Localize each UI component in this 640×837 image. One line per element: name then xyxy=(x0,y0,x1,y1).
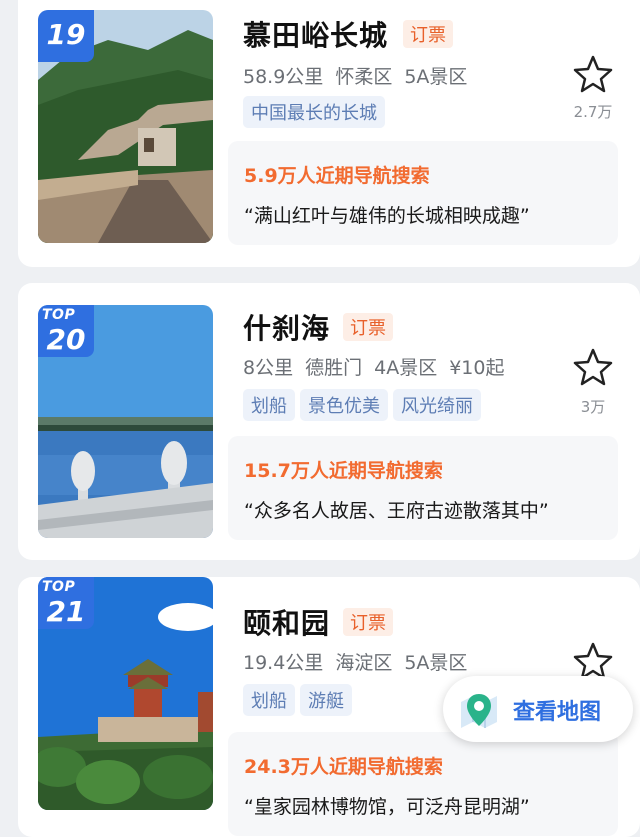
tag: 风光绮丽 xyxy=(393,389,481,421)
tag: 游艇 xyxy=(300,684,352,716)
star-icon[interactable] xyxy=(573,641,613,681)
favorite-count: 2.7万 xyxy=(573,103,613,121)
review-quote: “皇家园林博物馆，可泛舟昆明湖” xyxy=(244,796,530,818)
attraction-meta: 19.4公里 海淀区 5A景区 xyxy=(243,648,479,675)
review-quote: “满山红叶与雄伟的长城相映成趣” xyxy=(244,205,530,227)
attraction-name[interactable]: 颐和园 xyxy=(243,602,330,642)
rank-number: 19 xyxy=(46,18,86,51)
rank-badge: TOP 21 xyxy=(38,577,94,629)
tag: 景色优美 xyxy=(300,389,388,421)
attraction-name[interactable]: 慕田峪长城 xyxy=(243,14,388,54)
attraction-name[interactable]: 什刹海 xyxy=(243,307,330,347)
map-pin-icon xyxy=(461,694,497,728)
distance: 58.9公里 xyxy=(243,66,324,88)
district: 海淀区 xyxy=(335,652,393,674)
hot-search-text: 24.3万人近期导航搜索 xyxy=(244,756,443,778)
tag-list: 划船 景色优美 风光绮丽 xyxy=(243,389,486,421)
tag: 中国最长的长城 xyxy=(243,96,385,128)
rank-badge: TOP 20 xyxy=(38,305,94,357)
attraction-meta: 8公里 德胜门 4A景区 ¥10起 xyxy=(243,353,516,380)
rank-prefix: TOP xyxy=(42,579,76,595)
district: 怀柔区 xyxy=(335,66,393,88)
attraction-card[interactable]: 19 慕田峪长城 订票 58.9公里 怀柔区 5A景区 中国最长的长城 2.7万 5… xyxy=(18,0,640,267)
scenic-level: 5A景区 xyxy=(404,652,468,674)
rank-number: 20 xyxy=(46,323,86,356)
rank-badge: 19 xyxy=(38,10,94,62)
star-icon[interactable] xyxy=(573,347,613,387)
tag: 划船 xyxy=(243,389,295,421)
review-quote: “众多名人故居、王府古迹散落其中” xyxy=(244,500,549,522)
attraction-photo[interactable]: TOP 21 xyxy=(38,577,213,810)
distance: 19.4公里 xyxy=(243,652,324,674)
hot-search-text: 5.9万人近期导航搜索 xyxy=(244,165,430,187)
rank-number: 21 xyxy=(46,595,86,628)
ticket-button[interactable]: 订票 xyxy=(343,313,393,341)
tag: 划船 xyxy=(243,684,295,716)
hot-search-text: 15.7万人近期导航搜索 xyxy=(244,460,443,482)
hot-info-box: 5.9万人近期导航搜索 “满山红叶与雄伟的长城相映成趣” xyxy=(228,141,618,245)
district: 德胜门 xyxy=(305,357,363,379)
attraction-photo[interactable]: 19 xyxy=(38,10,213,243)
attraction-meta: 58.9公里 怀柔区 5A景区 xyxy=(243,62,479,89)
rank-prefix: TOP xyxy=(42,307,76,323)
tag-list: 划船 游艇 xyxy=(243,684,357,716)
ticket-button[interactable]: 订票 xyxy=(403,20,453,48)
attraction-card[interactable]: TOP 20 什刹海 订票 8公里 德胜门 4A景区 ¥10起 划船 景色优美 风光绮丽 … xyxy=(18,283,640,560)
star-icon[interactable] xyxy=(573,54,613,94)
view-map-button[interactable]: 查看地图 xyxy=(443,676,633,742)
attraction-photo[interactable]: TOP 20 xyxy=(38,305,213,538)
scenic-level: 4A景区 xyxy=(374,357,438,379)
hot-info-box: 24.3万人近期导航搜索 “皇家园林博物馆，可泛舟昆明湖” xyxy=(228,732,618,836)
scenic-level: 5A景区 xyxy=(404,66,468,88)
price: ¥10起 xyxy=(449,357,505,379)
ticket-button[interactable]: 订票 xyxy=(343,608,393,636)
view-map-label: 查看地图 xyxy=(513,700,602,725)
hot-info-box: 15.7万人近期导航搜索 “众多名人故居、王府古迹散落其中” xyxy=(228,436,618,540)
tag-list: 中国最长的长城 xyxy=(243,96,390,128)
distance: 8公里 xyxy=(243,357,294,379)
favorite-count: 3万 xyxy=(580,398,606,416)
